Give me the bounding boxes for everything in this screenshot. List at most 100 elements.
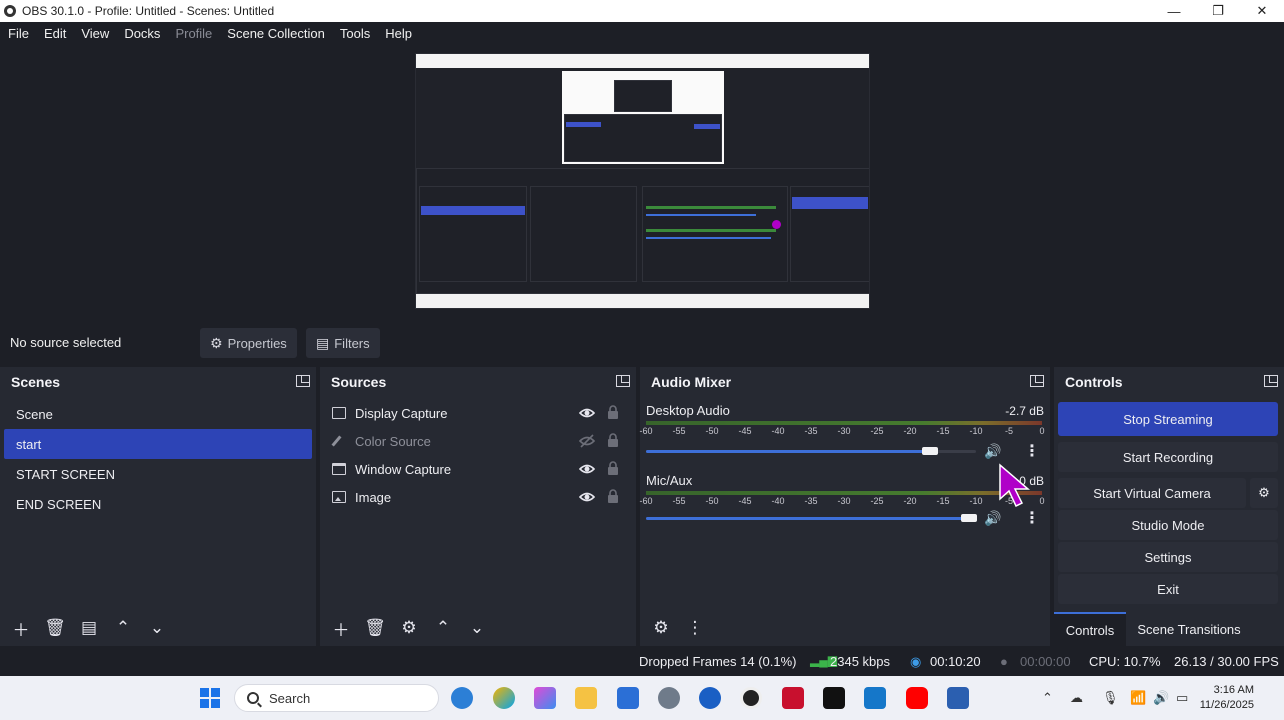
microphone-icon[interactable]: 🎙 — [1102, 690, 1119, 706]
netflix-icon[interactable] — [823, 687, 845, 709]
menu-docks[interactable]: Docks — [124, 26, 160, 41]
close-button[interactable]: ✕ — [1240, 0, 1284, 22]
sources-dock: Sources Display Capture Color Source Win… — [320, 367, 636, 646]
file-explorer-icon[interactable] — [575, 687, 597, 709]
more-options-icon[interactable]: ⋮ — [1024, 508, 1040, 528]
eye-icon[interactable] — [578, 406, 596, 420]
maximize-button[interactable]: ❐ — [1196, 0, 1240, 22]
chevron-up-icon[interactable]: ⌃ — [1042, 690, 1053, 706]
move-scene-down-button[interactable]: ⌄ — [142, 615, 172, 641]
volume-slider-handle[interactable] — [922, 447, 938, 455]
move-source-up-button[interactable]: ⌃ — [428, 615, 458, 641]
chevron-down-icon: ⌄ — [149, 618, 165, 637]
float-dock-icon[interactable] — [1264, 375, 1278, 387]
program-preview[interactable] — [415, 53, 870, 309]
float-dock-icon[interactable] — [296, 375, 310, 387]
tab-scene-transitions[interactable]: Scene Transitions — [1126, 612, 1252, 646]
eye-hidden-icon[interactable] — [578, 434, 596, 448]
add-source-button[interactable]: ＋ — [326, 615, 356, 641]
chevron-up-icon: ⌃ — [435, 618, 451, 637]
scenes-dock: Scenes Scene start START SCREEN END SCRE… — [0, 367, 316, 646]
battery-icon[interactable]: ▭ — [1176, 690, 1188, 706]
scene-label: END SCREEN — [16, 496, 102, 512]
volume-icon[interactable]: 🔊 — [1153, 690, 1169, 706]
mcafee-icon[interactable] — [782, 687, 804, 709]
remove-source-button[interactable]: 🗑 — [360, 615, 390, 641]
properties-label: Properties — [227, 335, 287, 351]
taskbar-search-box[interactable]: Search — [234, 684, 439, 712]
scene-label: Scene — [16, 406, 53, 422]
scene-filters-button[interactable]: ▤ — [74, 615, 104, 641]
settings-gear-icon[interactable] — [658, 687, 680, 709]
copilot-icon[interactable] — [534, 687, 556, 709]
youtube-icon[interactable] — [906, 687, 928, 709]
remove-scene-button[interactable]: 🗑 — [40, 615, 70, 641]
settings-button[interactable]: Settings — [1058, 542, 1278, 572]
menu-view[interactable]: View — [81, 26, 109, 41]
lock-icon[interactable] — [607, 433, 619, 448]
menu-tools[interactable]: Tools — [340, 26, 370, 41]
exit-button[interactable]: Exit — [1058, 574, 1278, 604]
lock-icon[interactable] — [607, 405, 619, 420]
hp-icon[interactable] — [699, 687, 721, 709]
obs-taskbar-icon[interactable] — [740, 687, 762, 709]
start-virtual-camera-button[interactable]: Start Virtual Camera — [1058, 478, 1246, 508]
start-recording-button[interactable]: Start Recording — [1058, 442, 1278, 472]
mixer-toolbar: ⚙ ⋮ — [640, 610, 1050, 646]
advanced-audio-button[interactable]: ⚙ — [646, 615, 676, 641]
browser-icon[interactable] — [451, 687, 473, 709]
speaker-icon[interactable]: 🔊 — [984, 510, 1001, 527]
menu-profile[interactable]: Profile — [175, 26, 212, 41]
eye-icon[interactable] — [578, 462, 596, 476]
source-item[interactable]: Image — [320, 483, 636, 511]
source-item[interactable]: Color Source — [320, 427, 636, 455]
outlook-icon[interactable] — [864, 687, 886, 709]
source-item[interactable]: Display Capture — [320, 399, 636, 427]
minimize-button[interactable]: — — [1152, 0, 1196, 22]
source-item[interactable]: Window Capture — [320, 455, 636, 483]
tab-controls[interactable]: Controls — [1054, 612, 1126, 646]
eye-icon[interactable] — [578, 490, 596, 504]
meter-tick-label: -25 — [870, 426, 884, 436]
scenes-list: Scene start START SCREEN END SCREEN — [0, 399, 316, 519]
volume-slider-handle[interactable] — [961, 514, 977, 522]
add-scene-button[interactable]: ＋ — [6, 615, 36, 641]
virtual-camera-settings-button[interactable]: ⚙ — [1250, 478, 1278, 508]
source-properties-button[interactable]: ⚙ — [394, 615, 424, 641]
studio-mode-button[interactable]: Studio Mode — [1058, 510, 1278, 540]
gear-icon: ⚙ — [210, 334, 223, 351]
scene-item[interactable]: Scene — [4, 399, 312, 429]
mouse-cursor-icon — [999, 463, 1031, 508]
move-scene-up-button[interactable]: ⌃ — [108, 615, 138, 641]
stream-time: 00:10:20 — [930, 654, 981, 669]
lock-icon[interactable] — [607, 461, 619, 476]
menu-help[interactable]: Help — [385, 26, 412, 41]
float-dock-icon[interactable] — [1030, 375, 1044, 387]
clock-date: 11/26/2025 — [1199, 699, 1254, 711]
float-dock-icon[interactable] — [616, 375, 630, 387]
word-icon[interactable] — [947, 687, 969, 709]
wifi-icon[interactable]: 📶 — [1130, 690, 1146, 706]
cloud-icon[interactable]: ☁ — [1070, 690, 1083, 706]
scene-item-selected[interactable]: start — [4, 429, 312, 459]
lock-icon[interactable] — [607, 489, 619, 504]
meter-tick-label: -10 — [969, 496, 983, 506]
stop-streaming-button[interactable]: Stop Streaming — [1058, 402, 1278, 436]
meter-tick-label: -15 — [936, 426, 950, 436]
store-icon[interactable] — [617, 687, 639, 709]
properties-button[interactable]: ⚙ Properties — [200, 328, 297, 358]
scene-item[interactable]: START SCREEN — [4, 459, 312, 489]
menu-edit[interactable]: Edit — [44, 26, 66, 41]
more-options-icon[interactable]: ⋮ — [1024, 441, 1040, 461]
mixer-menu-button[interactable]: ⋮ — [680, 615, 710, 641]
windows-start-icon[interactable] — [199, 687, 221, 709]
gear-icon: ⚙ — [1258, 485, 1270, 500]
photos-icon[interactable] — [493, 687, 515, 709]
filters-button[interactable]: ▤ Filters — [306, 328, 380, 358]
taskbar-clock[interactable]: 3:16 AM 11/26/2025 — [1200, 683, 1254, 713]
move-source-down-button[interactable]: ⌄ — [462, 615, 492, 641]
speaker-icon[interactable]: 🔊 — [984, 443, 1001, 460]
menu-scene-collection[interactable]: Scene Collection — [227, 26, 325, 41]
menu-file[interactable]: File — [8, 26, 29, 41]
scene-item[interactable]: END SCREEN — [4, 489, 312, 519]
